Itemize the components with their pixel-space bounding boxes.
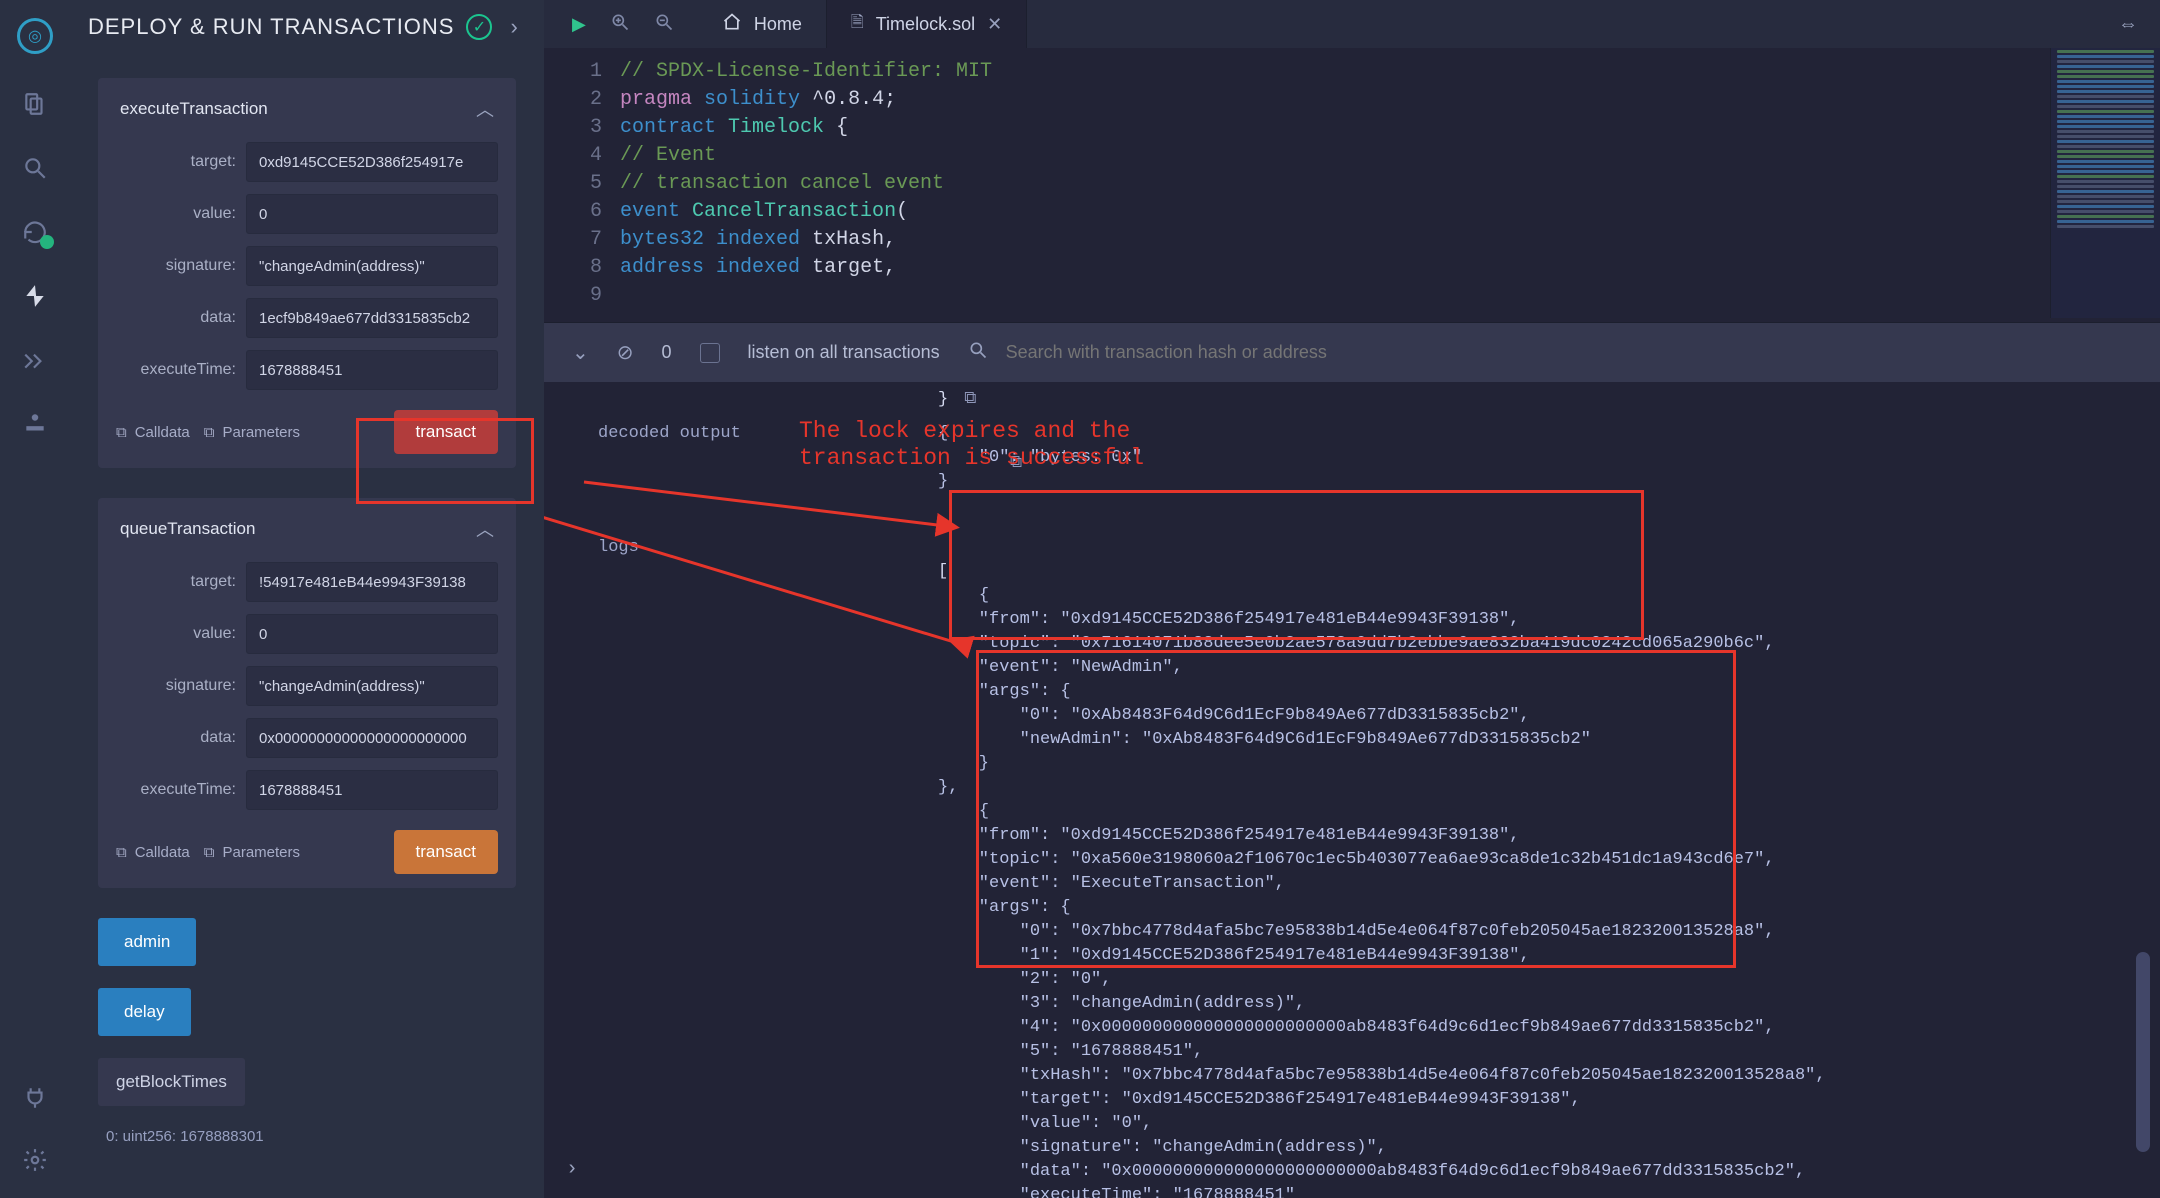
zoom-out-icon[interactable] <box>654 12 674 37</box>
collapse-icon[interactable]: ︿ <box>476 516 494 542</box>
close-icon[interactable]: ✕ <box>987 14 1002 35</box>
tab-home[interactable]: Home <box>698 0 827 48</box>
compiler-icon[interactable] <box>21 218 49 246</box>
clear-terminal-icon[interactable]: ⊘ <box>617 340 634 365</box>
code-area[interactable]: // SPDX-License-Identifier: MITpragma so… <box>620 58 2160 322</box>
label-executetime: executeTime: <box>116 781 236 799</box>
search-icon[interactable] <box>21 154 49 182</box>
minimap[interactable] <box>2050 48 2160 318</box>
line-gutter: 123456789 <box>544 58 620 322</box>
label-target: target: <box>116 573 236 591</box>
decoded-output-label: decoded output <box>598 422 938 494</box>
exec-calldata[interactable]: ⧉Calldata <box>116 424 190 441</box>
execute-transaction-card: executeTransaction ︿ target: value: sign… <box>98 78 516 468</box>
exec-transact-button[interactable]: transact <box>394 410 498 454</box>
debugger-icon[interactable] <box>21 346 49 374</box>
exec-data-input[interactable] <box>246 298 498 338</box>
terminal-prompt[interactable]: › <box>566 1158 578 1182</box>
code-editor[interactable]: 123456789 // SPDX-License-Identifier: MI… <box>544 48 2160 322</box>
label-data: data: <box>116 729 236 747</box>
queue-parameters[interactable]: ⧉Parameters <box>204 844 300 861</box>
collapse-icon[interactable]: ︿ <box>476 96 494 122</box>
icon-rail: ◎ <box>0 0 70 1198</box>
plugin-manager-icon[interactable] <box>21 410 49 438</box>
queue-calldata[interactable]: ⧉Calldata <box>116 844 190 861</box>
tab-file[interactable]: 🗎 Timelock.sol ✕ <box>827 0 1027 48</box>
panel-title: DEPLOY & RUN TRANSACTIONS <box>88 14 454 40</box>
label-data: data: <box>116 309 236 327</box>
log-entry-1: { "from": "0xd9145CCE52D386f254917e481eB… <box>938 586 1775 797</box>
remix-logo-icon: ◎ <box>17 18 53 54</box>
copy-icon: ⧉ <box>204 844 215 861</box>
copy-icon: ⧉ <box>116 424 127 441</box>
exec-time-input[interactable] <box>246 350 498 390</box>
env-connected-icon[interactable]: ✓ <box>466 14 492 40</box>
admin-button[interactable]: admin <box>98 918 196 966</box>
queue-data-input[interactable] <box>246 718 498 758</box>
listen-label: listen on all transactions <box>748 342 940 363</box>
resize-icon[interactable]: ⇔ <box>2118 13 2138 36</box>
deploy-run-icon[interactable] <box>21 282 49 310</box>
main-area: ▶ Home 🗎 Timelock.sol ✕ ⇔ <box>544 0 2160 1198</box>
execute-title: executeTransaction <box>120 99 268 119</box>
label-signature: signature: <box>116 677 236 695</box>
tab-bar: ▶ Home 🗎 Timelock.sol ✕ ⇔ <box>544 0 2160 48</box>
delay-button[interactable]: delay <box>98 988 191 1036</box>
queue-transact-button[interactable]: transact <box>394 830 498 874</box>
terminal-search-input[interactable] <box>1006 342 1426 363</box>
tab-file-label: Timelock.sol <box>876 14 975 35</box>
exec-signature-input[interactable] <box>246 246 498 286</box>
solidity-icon: 🗎 <box>851 11 864 38</box>
copy-icon[interactable]: ⧉ <box>1010 454 1022 473</box>
tab-home-label: Home <box>754 14 802 35</box>
label-value: value: <box>116 625 236 643</box>
plug-icon[interactable] <box>21 1084 49 1112</box>
queue-title: queueTransaction <box>120 519 255 539</box>
queue-time-input[interactable] <box>246 770 498 810</box>
exec-parameters[interactable]: ⧉Parameters <box>204 424 300 441</box>
panel-header: DEPLOY & RUN TRANSACTIONS ✓ › <box>70 0 544 54</box>
exec-target-input[interactable] <box>246 142 498 182</box>
queue-transaction-card: queueTransaction ︿ target: value: signat… <box>98 498 516 888</box>
terminal-bar: ⌄ ⊘ 0 listen on all transactions <box>544 322 2160 382</box>
copy-icon[interactable]: ⧉ <box>964 390 976 409</box>
label-executetime: executeTime: <box>116 361 236 379</box>
logs-label: logs <box>598 536 938 1198</box>
zoom-in-icon[interactable] <box>610 12 630 37</box>
file-explorer-icon[interactable] <box>21 90 49 118</box>
label-value: value: <box>116 205 236 223</box>
copy-icon: ⧉ <box>204 424 215 441</box>
exec-value-input[interactable] <box>246 194 498 234</box>
queue-value-input[interactable] <box>246 614 498 654</box>
side-panel: DEPLOY & RUN TRANSACTIONS ✓ › executeTra… <box>70 0 544 1198</box>
return-value: 0: uint256: 1678888301 <box>98 1128 516 1145</box>
copy-icon: ⧉ <box>116 844 127 861</box>
getblocktime-button[interactable]: getBlockTimes <box>98 1058 245 1106</box>
gear-icon[interactable] <box>21 1146 49 1174</box>
label-target: target: <box>116 153 236 171</box>
run-script-icon[interactable]: ▶ <box>572 14 586 35</box>
queue-signature-input[interactable] <box>246 666 498 706</box>
scrollbar[interactable] <box>2136 382 2160 1198</box>
search-icon[interactable] <box>968 340 988 366</box>
terminal-toggle-icon[interactable]: ⌄ <box>572 340 589 365</box>
log-entry-2: { "from": "0xd9145CCE52D386f254917e481eB… <box>938 802 1826 1198</box>
terminal[interactable]: }⧉ decoded output { "0": "bytes: 0x" } ⧉… <box>544 382 2160 1198</box>
expand-panel-icon[interactable]: › <box>510 14 517 40</box>
pending-tx-count: 0 <box>662 342 672 363</box>
home-icon <box>722 12 742 37</box>
label-signature: signature: <box>116 257 236 275</box>
listen-checkbox[interactable] <box>700 343 720 363</box>
queue-target-input[interactable] <box>246 562 498 602</box>
